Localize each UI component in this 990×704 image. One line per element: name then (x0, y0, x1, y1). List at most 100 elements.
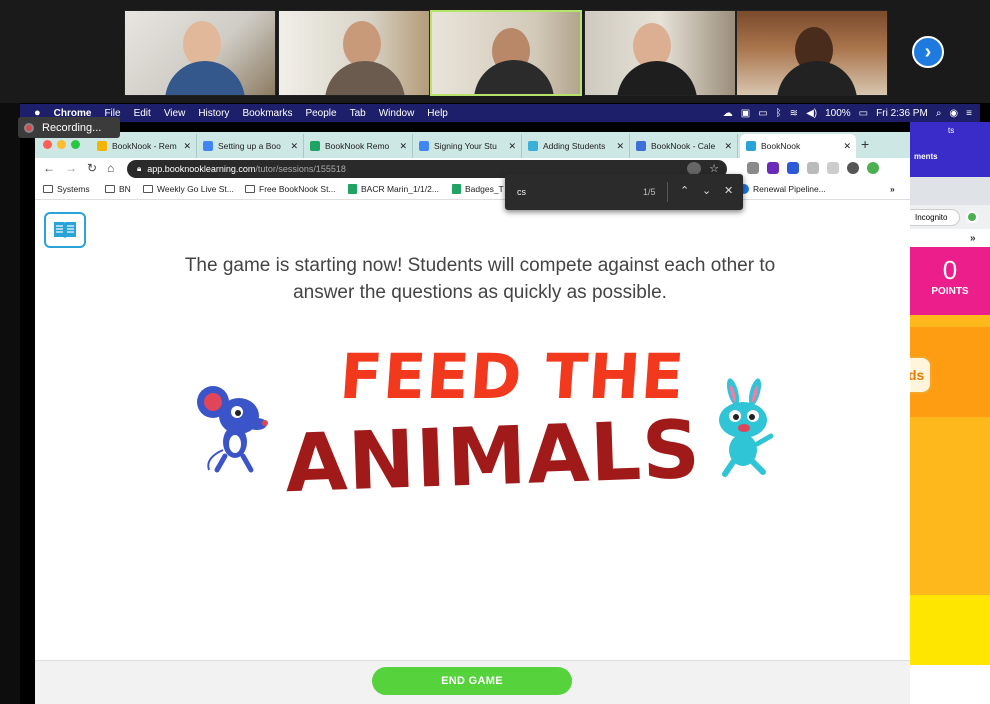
close-tab-icon[interactable]: ✕ (399, 141, 407, 152)
extension-cast-icon[interactable] (827, 162, 839, 174)
bookmark-bn[interactable]: BN (105, 184, 131, 194)
find-in-page-bar: cs 1/5 ⌃ ⌄ ✕ (505, 174, 743, 210)
folder-icon (105, 185, 115, 193)
desktop-edge (0, 103, 20, 704)
calendar-icon (636, 141, 646, 151)
participant-video-2[interactable] (278, 10, 430, 96)
search-icon[interactable]: ⌕ (936, 108, 942, 119)
extension-grey-icon[interactable] (807, 162, 819, 174)
tab-setting-up[interactable]: Setting up a Boo ✕ (197, 134, 304, 158)
background-pill-button[interactable]: ds (910, 356, 932, 394)
incognito-badge[interactable]: Incognito (910, 209, 960, 226)
menu-bookmarks[interactable]: Bookmarks (242, 108, 292, 119)
menu-help[interactable]: Help (427, 108, 448, 119)
airplay-icon[interactable]: ▭ (758, 108, 767, 119)
menu-view[interactable]: View (164, 108, 186, 119)
close-tab-icon[interactable]: ✕ (616, 141, 624, 152)
bookmark-badges[interactable]: Badges_T (452, 184, 504, 194)
back-icon[interactable]: ← (43, 161, 55, 175)
bluetooth-icon[interactable]: ᛒ (776, 108, 782, 119)
extension-drive-icon[interactable] (747, 162, 759, 174)
find-input[interactable]: cs (517, 187, 526, 197)
tab-booknook-active[interactable]: BookNook ✕ (740, 134, 856, 158)
participant-video-3[interactable] (430, 10, 582, 96)
slides-icon (97, 141, 107, 151)
close-tab-icon[interactable]: ✕ (183, 141, 191, 152)
chevron-up-icon[interactable]: ⌃ (680, 184, 689, 197)
forward-icon[interactable]: → (65, 161, 77, 175)
extension-purple-icon[interactable] (767, 162, 779, 174)
background-yellow-panel (910, 595, 990, 665)
book-icon[interactable] (44, 212, 86, 248)
menu-people[interactable]: People (305, 108, 336, 119)
find-match-count: 1/5 (643, 187, 656, 197)
bookmarks-overflow[interactable]: » (970, 233, 976, 244)
participant-video-1[interactable] (124, 10, 276, 96)
bookmark-weekly-go-live[interactable]: Weekly Go Live St... (143, 184, 234, 194)
extension-icon[interactable] (966, 211, 978, 223)
end-game-button[interactable]: END GAME (372, 667, 572, 695)
bunny-character-icon (719, 378, 774, 477)
chevron-down-icon[interactable]: ⌄ (702, 184, 711, 197)
tab-booknook-calendar[interactable]: BookNook - Cale ✕ (630, 134, 738, 158)
tab-adding-students[interactable]: Adding Students ✕ (522, 134, 630, 158)
background-header: ts ments (910, 122, 990, 177)
list-icon[interactable]: ≡ (966, 108, 972, 119)
close-tab-icon[interactable]: ✕ (508, 141, 516, 152)
tab-strip: BookNook - Rem ✕ Setting up a Boo ✕ Book… (35, 132, 910, 158)
menu-history[interactable]: History (198, 108, 229, 119)
tab-signing-your-students[interactable]: Signing Your Stu ✕ (413, 134, 522, 158)
docs-icon (419, 141, 429, 151)
points-label: POINTS (931, 286, 969, 297)
url-path: /tutor/sessions/155518 (255, 164, 346, 174)
display-icon[interactable]: ▣ (741, 108, 750, 119)
bookmark-free-booknook[interactable]: Free BookNook St... (245, 184, 336, 194)
game-page: The game is starting now! Students will … (35, 200, 910, 660)
background-tabbar (910, 177, 990, 205)
game-intro-text: The game is starting now! Students will … (184, 255, 776, 303)
menu-edit[interactable]: Edit (134, 108, 151, 119)
chevron-right-icon[interactable]: › (912, 36, 944, 68)
menu-extras: ☁ ▣ ▭ ᛒ ≋ ◀) 100% ▭ Fri 2:36 PM ⌕ ◉ ≡ (723, 104, 972, 122)
extension-green-icon[interactable] (867, 162, 879, 174)
close-tab-icon[interactable]: ✕ (843, 141, 851, 152)
bookmark-bacr-marin[interactable]: BACR Marin_1/1/2... (348, 184, 439, 194)
volume-icon[interactable]: ◀) (806, 108, 817, 119)
browser-toolbar: ← → ↻ ⌂ 🔒︎ app.booknooklearning.com /tut… (35, 158, 910, 180)
bookmark-renewal-pipeline[interactable]: Renewal Pipeline... (739, 184, 826, 194)
extension-blue-icon[interactable] (787, 162, 799, 174)
video-gallery: › (0, 0, 990, 103)
participant-video-5[interactable] (736, 10, 888, 96)
bookmark-systems[interactable]: Systems (43, 184, 90, 194)
tab-booknook-remo[interactable]: BookNook Remo ✕ (304, 134, 413, 158)
battery-percent: 100% (825, 107, 851, 119)
home-icon[interactable]: ⌂ (107, 161, 114, 175)
browser-window: BookNook - Rem ✕ Setting up a Boo ✕ Book… (35, 132, 910, 704)
recording-indicator[interactable]: Recording... (18, 117, 120, 138)
siri-icon[interactable]: ◉ (949, 108, 958, 119)
sheets-icon (310, 141, 320, 151)
participant-video-4[interactable] (584, 10, 736, 96)
record-icon (24, 122, 34, 133)
menu-tab[interactable]: Tab (350, 108, 366, 119)
close-tab-icon[interactable]: ✕ (724, 141, 732, 152)
background-window: ts ments Incognito » 0 POINTS ds (910, 122, 990, 704)
game-title-line-2: ANIMALS (283, 402, 703, 511)
clock[interactable]: Fri 2:36 PM (876, 108, 928, 119)
reload-icon[interactable]: ↻ (87, 161, 97, 175)
close-tab-icon[interactable]: ✕ (290, 141, 298, 152)
game-title-line-1: FEED THE (337, 340, 688, 413)
minimize-window-icon[interactable] (57, 140, 66, 149)
menu-window[interactable]: Window (379, 108, 415, 119)
close-icon[interactable]: ✕ (724, 184, 733, 197)
wifi-icon[interactable]: ≋ (790, 108, 798, 119)
battery-icon[interactable]: ▭ (859, 108, 868, 119)
bookmarks-more[interactable]: » (890, 184, 895, 194)
close-window-icon[interactable] (43, 140, 52, 149)
recording-label: Recording... (42, 121, 102, 134)
extension-avatar-icon[interactable] (847, 162, 859, 174)
cloud-icon[interactable]: ☁ (723, 108, 733, 119)
new-tab-icon[interactable]: + (861, 136, 869, 152)
game-title: FEED THE ANIMALS (185, 340, 745, 515)
zoom-window-icon[interactable] (71, 140, 80, 149)
